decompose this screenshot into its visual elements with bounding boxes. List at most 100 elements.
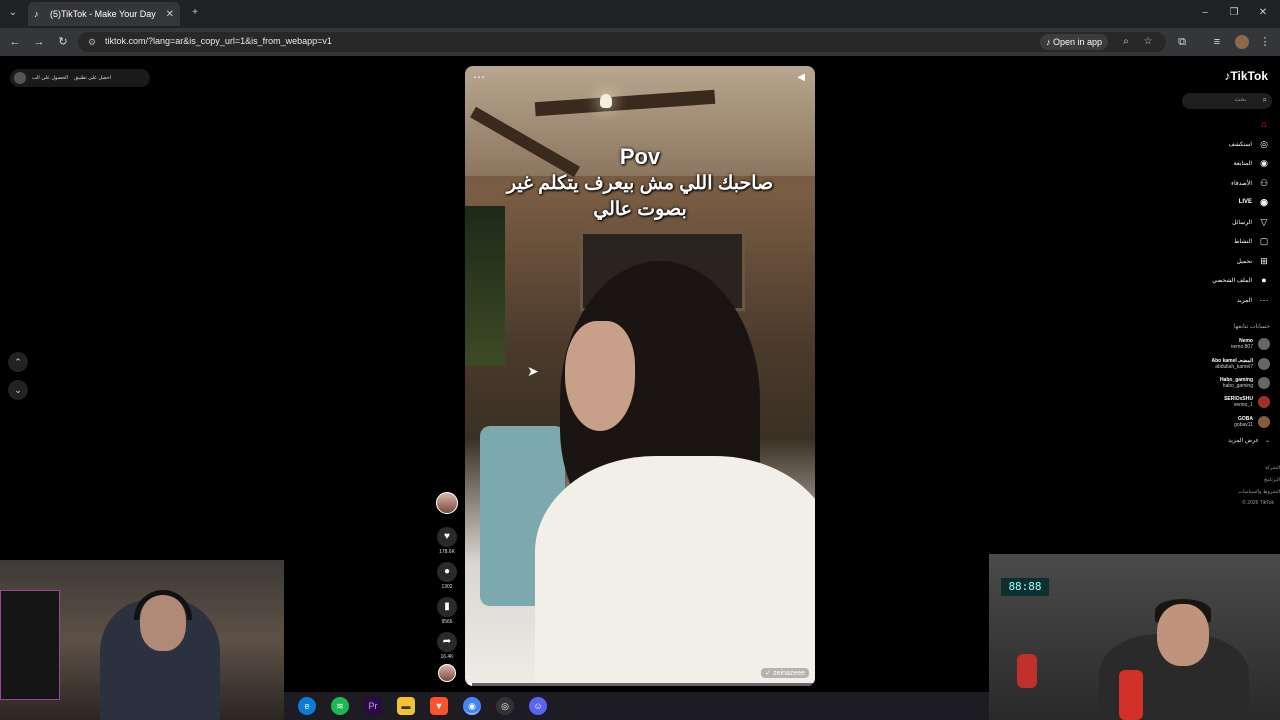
see-more-label: عرض المزيد xyxy=(1228,438,1259,444)
get-coins-link[interactable]: الحصول على الب xyxy=(32,75,68,81)
chrome-icon[interactable]: ◉ xyxy=(463,697,481,715)
browser-tab[interactable]: ♪ (5)TikTok - Make Your Day ✕ xyxy=(28,2,180,26)
sidebar-item-label: الملف الشخصي xyxy=(1212,277,1252,284)
followed-account[interactable]: Nemo nemo.807 xyxy=(1231,336,1270,352)
upload-icon: ⊞ xyxy=(1260,256,1268,266)
tiktok-logo[interactable]: ♪TikTok xyxy=(1224,69,1268,83)
music-disc[interactable] xyxy=(434,664,460,682)
like-count: 178.6K xyxy=(439,549,455,555)
previous-video-button[interactable]: ⌃ xyxy=(8,352,28,372)
volume-icon[interactable]: ◀ xyxy=(797,72,805,83)
profile-icon: ● xyxy=(1261,275,1267,285)
browser-menu-icon[interactable]: ⋮ xyxy=(1258,35,1272,49)
video-progress-bar[interactable] xyxy=(465,683,815,686)
user-avatar[interactable] xyxy=(14,72,26,84)
forward-icon[interactable]: → xyxy=(32,35,46,49)
sidebar-item-activity[interactable]: النشاط ▢ xyxy=(1234,234,1270,248)
webcam-head xyxy=(1157,604,1209,666)
video-person-face xyxy=(565,321,635,431)
like-action[interactable]: ♥ 178.6K xyxy=(434,527,460,555)
creator-avatar-action[interactable] xyxy=(434,492,460,514)
tiktok-icon: ♪ xyxy=(34,9,39,19)
webcam-right: 88:88 xyxy=(989,554,1280,720)
premiere-icon[interactable]: Pr xyxy=(364,697,382,715)
sidebar-item-home[interactable]: ⌂ xyxy=(1252,117,1270,131)
url-text: tiktok.com/?lang=ar&is_copy_url=1&is_fro… xyxy=(105,36,332,46)
share-action[interactable]: ➦ 16.4K xyxy=(434,632,460,660)
back-icon[interactable]: ← xyxy=(8,35,22,49)
open-in-app-button[interactable]: ♪ Open in app xyxy=(1040,34,1109,50)
sidebar-item-label: النشاط xyxy=(1233,238,1252,245)
restore-icon[interactable]: ❐ xyxy=(1227,6,1241,20)
sidebar-item-profile[interactable]: الملف الشخصي ● xyxy=(1212,273,1270,287)
footer-terms[interactable]: الشروط والسياسات xyxy=(1238,489,1280,495)
next-video-button[interactable]: ⌄ xyxy=(8,380,28,400)
save-count: 9566 xyxy=(441,619,453,625)
footer-company[interactable]: الشركة xyxy=(1265,465,1280,471)
account-avatar xyxy=(1258,377,1270,389)
zoom-icon[interactable]: ⌕ xyxy=(1120,36,1132,48)
share-icon[interactable]: ➦ xyxy=(437,632,457,652)
account-nickname: gobav11 xyxy=(1234,422,1253,428)
chevron-down-icon: ⌄ xyxy=(1264,438,1270,444)
media-controls-icon[interactable]: ≡ xyxy=(1210,35,1224,49)
footer-copyright: © 2026 TikTok xyxy=(1242,500,1274,506)
music-disc-avatar[interactable] xyxy=(438,664,456,682)
sidebar-item-explore[interactable]: استكشف ◎ xyxy=(1229,137,1270,151)
url-field[interactable]: ⚙ tiktok.com/?lang=ar&is_copy_url=1&is_f… xyxy=(78,32,1166,52)
see-more-link[interactable]: عرض المزيد ⌄ xyxy=(1228,437,1270,444)
comment-count: 1302 xyxy=(441,584,453,590)
share-count: 16.4K xyxy=(440,654,454,660)
followed-account[interactable]: GOBA gobav11 xyxy=(1234,414,1270,430)
sidebar-item-live[interactable]: LIVE ◉ xyxy=(1239,195,1270,209)
browser-tab-bar: ⌄ ♪ (5)TikTok - Make Your Day ✕ + – ❐ ✕ xyxy=(0,0,1280,28)
followed-account[interactable]: Abo kamel المضحـ abdullah_kamel7 xyxy=(1211,356,1270,372)
video-caption-line1: صاحبك اللي مش بيعرف يتكلم غير xyxy=(506,173,774,194)
profile-avatar[interactable] xyxy=(1235,35,1249,49)
home-icon: ⌂ xyxy=(1261,119,1267,129)
extensions-icon[interactable]: ⧉ xyxy=(1175,35,1189,49)
save-action[interactable]: ▮ 9566 xyxy=(434,597,460,625)
followed-account[interactable]: Habo_gaming habo_gaming xyxy=(1220,375,1270,391)
compass-icon: ◎ xyxy=(1260,139,1268,149)
bookmark-star-icon[interactable]: ☆ xyxy=(1142,36,1154,48)
reload-icon[interactable]: ↻ xyxy=(56,35,70,49)
comment-action[interactable]: ● 1302 xyxy=(434,562,460,590)
search-input[interactable]: بحث ⌕ xyxy=(1182,93,1272,109)
spotify-icon[interactable]: ≋ xyxy=(331,697,349,715)
video-more-icon[interactable]: ⋯ xyxy=(473,70,485,84)
folder-icon[interactable]: ▬ xyxy=(397,697,415,715)
sidebar-item-label: الرسائل xyxy=(1232,219,1252,226)
search-icon[interactable]: ⌕ xyxy=(1263,95,1267,105)
get-app-link[interactable]: احصل على تطبيق xyxy=(74,75,111,81)
close-tab-icon[interactable]: ✕ xyxy=(166,9,174,20)
more-icon: ⋯ xyxy=(1259,295,1269,305)
new-tab-icon[interactable]: + xyxy=(188,6,202,20)
close-window-icon[interactable]: ✕ xyxy=(1256,6,1270,20)
video-player[interactable]: Pov صاحبك اللي مش بيعرف يتكلم غير بصوت ع… xyxy=(465,66,815,686)
heart-icon[interactable]: ♥ xyxy=(437,527,457,547)
creator-avatar[interactable] xyxy=(436,492,458,514)
account-avatar xyxy=(1258,338,1270,350)
footer-program[interactable]: البرنامج xyxy=(1264,477,1280,483)
comment-icon[interactable]: ● xyxy=(437,562,457,582)
followed-account[interactable]: SERIOxSHU serioo_1 xyxy=(1224,394,1270,410)
creator-handle-text: zeinazeee xyxy=(773,670,805,677)
webcam-pc-case xyxy=(0,590,60,700)
activity-icon: ▢ xyxy=(1259,236,1269,246)
video-person-coat xyxy=(535,456,815,686)
obs-icon[interactable]: ◎ xyxy=(496,697,514,715)
minimize-icon[interactable]: – xyxy=(1198,6,1212,20)
tab-search-chevron-icon[interactable]: ⌄ xyxy=(6,6,20,20)
edge-icon[interactable]: e xyxy=(298,697,316,715)
sidebar-item-more[interactable]: المزيد ⋯ xyxy=(1237,293,1270,307)
discord-icon[interactable]: ☺ xyxy=(529,697,547,715)
sidebar-item-following[interactable]: المتابعة ◉ xyxy=(1234,156,1270,170)
sidebar-item-friends[interactable]: الأصدقاء ⚇ xyxy=(1231,176,1270,190)
sidebar-item-upload[interactable]: تحميل ⊞ xyxy=(1237,254,1270,268)
site-info-icon[interactable]: ⚙ xyxy=(88,36,100,48)
bookmark-icon[interactable]: ▮ xyxy=(437,597,457,617)
sidebar-item-messages[interactable]: الرسائل ▽ xyxy=(1232,215,1270,229)
brave-icon[interactable]: ▼ xyxy=(430,697,448,715)
mouse-cursor-icon: ➤ xyxy=(527,363,539,379)
